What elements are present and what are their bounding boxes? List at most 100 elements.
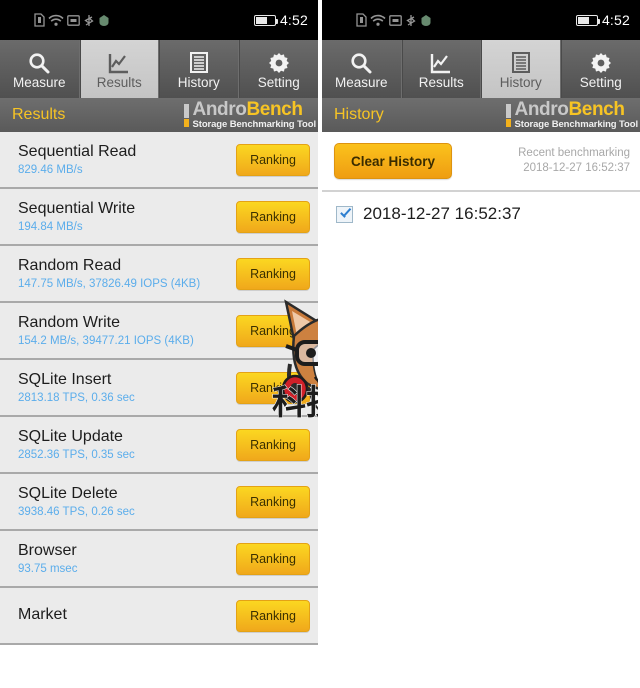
table-row[interactable]: Sequential Read 829.46 MB/s Ranking (0, 132, 318, 189)
result-name: SQLite Delete (18, 484, 118, 502)
status-notification-icons (34, 13, 110, 27)
result-value: 154.2 MB/s, 39477.21 IOPS (4KB) (18, 334, 194, 347)
sim-card-icon (34, 13, 45, 27)
tab-bar-right: Measure Results History Setting (322, 40, 640, 98)
ranking-button[interactable]: Ranking (236, 599, 310, 632)
logo-bars-icon (183, 103, 189, 127)
table-row[interactable]: Browser 93.75 msec Ranking (0, 531, 318, 588)
history-content[interactable]: Clear History Recent benchmarking 2018-1… (322, 132, 640, 688)
tab-setting[interactable]: Setting (560, 40, 640, 98)
results-content[interactable]: Sequential Read 829.46 MB/s Ranking Sequ… (0, 132, 318, 688)
line-chart-icon (429, 49, 453, 75)
battery-half-icon (575, 14, 601, 26)
result-name: Random Write (18, 313, 120, 331)
status-bar-right-right: 4:52 (575, 0, 630, 40)
right-phone-screen: 4:52 Measure Results History Setting His… (322, 0, 640, 688)
logo-andro: Andro (514, 99, 569, 121)
tab-measure-label: Measure (12, 74, 66, 90)
wifi-icon (370, 14, 386, 26)
recent-benchmarking-timestamp: 2018-12-27 16:52:37 (523, 162, 630, 174)
ranking-button[interactable]: Ranking (236, 143, 310, 176)
clear-history-button[interactable]: Clear History (334, 143, 453, 179)
result-name: SQLite Insert (18, 370, 112, 388)
result-name: Browser (18, 541, 77, 559)
sd-card-icon (389, 14, 402, 26)
list-item[interactable]: 2018-12-27 16:52:37 (322, 192, 640, 236)
result-name: Sequential Write (18, 199, 136, 217)
tab-measure[interactable]: Measure (0, 40, 80, 98)
status-bar-right-left: 4:52 (253, 0, 308, 40)
sd-card-icon (67, 14, 80, 26)
dual-screenshot-container: 4:52 Measure Results History Setting Res… (0, 0, 640, 688)
tab-measure[interactable]: Measure (322, 40, 402, 98)
ranking-button[interactable]: Ranking (236, 371, 310, 404)
tab-setting[interactable]: Setting (238, 40, 319, 98)
ranking-button[interactable]: Ranking (236, 428, 310, 461)
checkbox-checked-icon[interactable] (336, 205, 353, 223)
status-notification-icons (356, 13, 432, 27)
vpn-icon (421, 14, 431, 26)
result-name: Market (18, 606, 67, 623)
page-title-left: Results (12, 106, 66, 123)
table-row[interactable]: SQLite Update 2852.36 TPS, 0.35 sec Rank… (0, 417, 318, 474)
logo-bench: Bench (568, 99, 625, 121)
tab-results[interactable]: Results (79, 40, 159, 98)
history-entry-timestamp: 2018-12-27 16:52:37 (363, 204, 521, 223)
title-bar-left: Results AndroBench Storage Benchmarking … (0, 98, 318, 132)
tab-history[interactable]: History (159, 40, 239, 98)
logo-tagline: Storage Benchmarking Tool (514, 119, 639, 131)
androbench-logo: AndroBench Storage Benchmarking Tool (183, 99, 316, 130)
bluetooth-icon (406, 14, 416, 26)
ranking-button[interactable]: Ranking (236, 485, 310, 518)
wifi-icon (48, 14, 64, 26)
bluetooth-icon (84, 14, 94, 26)
document-lines-icon (188, 49, 210, 75)
table-row[interactable]: Market Ranking (0, 588, 318, 645)
table-row[interactable]: Random Write 154.2 MB/s, 39477.21 IOPS (… (0, 303, 318, 360)
table-row[interactable]: SQLite Insert 2813.18 TPS, 0.36 sec Rank… (0, 360, 318, 417)
result-value: 3938.46 TPS, 0.26 sec (18, 505, 135, 518)
logo-bars-icon (505, 103, 511, 127)
logo-bench: Bench (246, 99, 303, 121)
tab-setting-label: Setting (257, 74, 300, 90)
tab-bar-left: Measure Results History Setting (0, 40, 318, 98)
recent-benchmarking-info: Recent benchmarking 2018-12-27 16:52:37 (518, 146, 630, 176)
result-value: 93.75 msec (18, 562, 78, 575)
page-title-right: History (334, 106, 384, 123)
results-list: Sequential Read 829.46 MB/s Ranking Sequ… (0, 132, 318, 645)
ranking-button[interactable]: Ranking (236, 314, 310, 347)
result-value: 147.75 MB/s, 37826.49 IOPS (4KB) (18, 277, 201, 290)
vpn-icon (99, 14, 109, 26)
line-chart-icon (107, 49, 131, 75)
battery-half-icon (253, 14, 279, 26)
history-list: 2018-12-27 16:52:37 (322, 192, 640, 688)
status-clock: 4:52 (601, 12, 630, 28)
table-row[interactable]: SQLite Delete 3938.46 TPS, 0.26 sec Rank… (0, 474, 318, 531)
title-bar-right: History AndroBench Storage Benchmarking … (322, 98, 640, 132)
table-row[interactable]: Random Read 147.75 MB/s, 37826.49 IOPS (… (0, 246, 318, 303)
result-value: 2852.36 TPS, 0.35 sec (18, 448, 135, 461)
result-name: Random Read (18, 256, 122, 274)
gear-icon (589, 49, 613, 75)
tab-history-label: History (499, 74, 542, 90)
sim-card-icon (356, 13, 367, 27)
tab-measure-label: Measure (334, 74, 388, 90)
table-row[interactable]: Sequential Write 194.84 MB/s Ranking (0, 189, 318, 246)
tab-history[interactable]: History (481, 40, 561, 98)
status-bar-left: 4:52 (0, 0, 318, 40)
ranking-button[interactable]: Ranking (236, 542, 310, 575)
history-toolbar: Clear History Recent benchmarking 2018-1… (322, 132, 640, 192)
status-bar-right: 4:52 (322, 0, 640, 40)
result-value: 829.46 MB/s (18, 163, 83, 176)
ranking-button[interactable]: Ranking (236, 200, 310, 233)
result-value: 2813.18 TPS, 0.36 sec (18, 391, 135, 404)
result-name: Sequential Read (18, 142, 137, 160)
left-phone-screen: 4:52 Measure Results History Setting Res… (0, 0, 318, 688)
tab-results[interactable]: Results (401, 40, 481, 98)
document-lines-icon (510, 49, 532, 75)
tab-setting-label: Setting (579, 74, 622, 90)
ranking-button[interactable]: Ranking (236, 257, 310, 290)
androbench-logo: AndroBench Storage Benchmarking Tool (505, 99, 639, 131)
tab-results-label: Results (96, 74, 142, 90)
tab-history-label: History (177, 74, 220, 90)
